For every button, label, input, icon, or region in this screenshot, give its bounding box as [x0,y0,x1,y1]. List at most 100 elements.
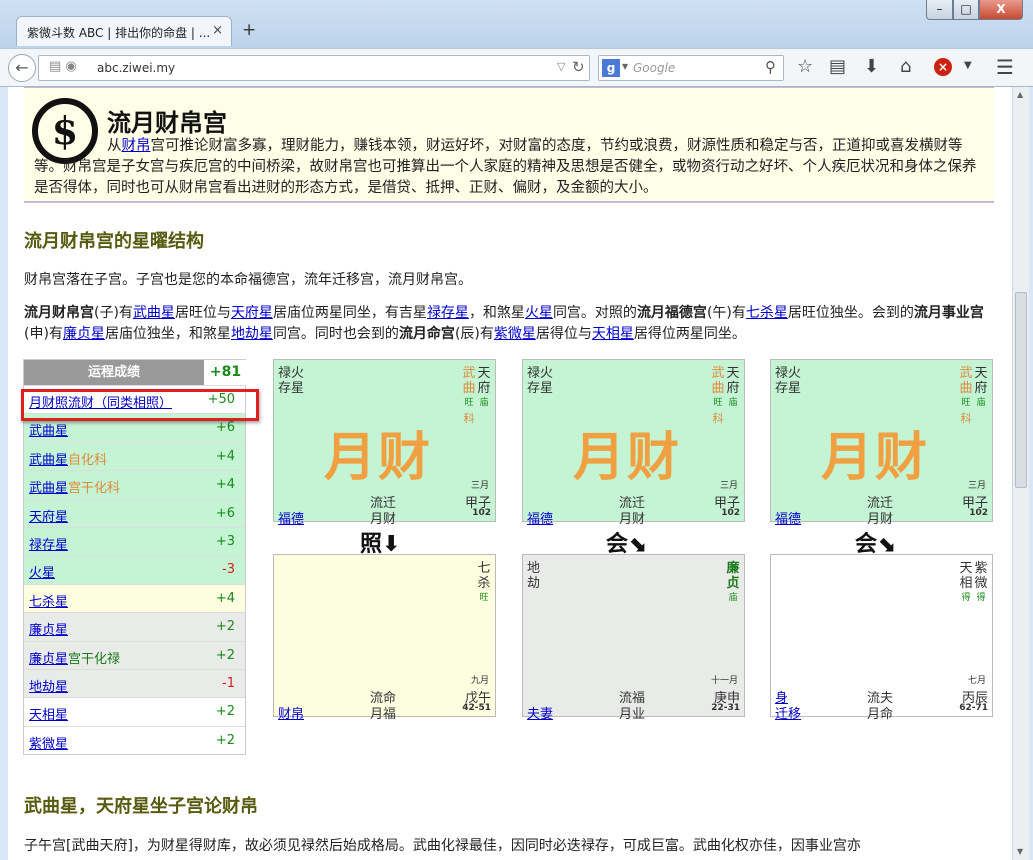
text: (午)有 [706,305,746,321]
adblock-icon[interactable]: × [934,58,952,76]
palace-name-link[interactable]: 福德 [278,508,304,527]
vertical-scrollbar[interactable]: ▲ ▼ [1012,87,1029,860]
maximize-button[interactable]: □ [953,0,979,20]
search-bar[interactable]: g ▼ Google ⚲ [598,55,784,81]
hua-marker: 科 [960,412,972,425]
link-tianxiang[interactable]: 天相星 [592,326,634,342]
browser-tab[interactable]: 紫微斗数 ABC | 排出你的命盘 | ... × [16,16,232,46]
score-header: 运程成绩 +81 [24,360,247,385]
palace-big-label: 月财 [573,428,682,488]
score-value: +6 [215,420,235,436]
link-ziwei[interactable]: 紫微星 [494,326,536,342]
search-engine-dropdown-icon[interactable]: ▼ [622,62,628,71]
new-tab-button[interactable]: + [242,20,256,40]
back-button[interactable]: ← [8,54,36,82]
link-qisha[interactable]: 七杀星 [746,305,788,321]
brightness: 旺 [713,398,723,408]
score-row: 地劫星 -1 [24,668,245,698]
link-tianfu[interactable]: 天府星 [231,305,273,321]
brightness: 旺 [479,593,489,603]
url-bar[interactable]: ▤ ◉ abc.ziwei.my ▽ ↻ [38,55,590,81]
scroll-up-icon[interactable]: ▲ [1017,90,1023,99]
palace-name-link[interactable]: 福德 [775,508,801,527]
star-char: 杀 [477,576,491,591]
star-char: 廉 [726,561,740,576]
score-row-link[interactable]: 武曲星 [29,453,68,468]
palace-age: 62-71 [959,703,988,713]
score-row-link[interactable]: 天府星 [29,506,68,525]
score-row: 七杀星 +4 [24,583,245,613]
url-dropdown-icon[interactable]: ▽ [557,60,565,73]
palace-top-1: 禄火 存星 武曲旺科 天府庙 月财 三月 甲子 102 流迁 月财 福德 [273,359,496,527]
score-value: +4 [215,448,235,464]
palace-big-label: 月财 [324,428,433,488]
star-char: 曲 [462,381,476,396]
palace-bottom-1: 七杀旺 九月 戊午 42-51 流命 月福 财帛 [273,554,496,722]
text: 居得位两星同坐。 [633,326,746,342]
palace-flow-2: 月财 [370,512,397,527]
menu-icon[interactable]: ☰ [996,55,1014,79]
star-char: 贞 [726,576,740,591]
score-row-link[interactable]: 禄存星 [29,534,68,553]
link-lucun[interactable]: 禄存星 [427,305,469,321]
score-row-link[interactable]: 地劫星 [29,676,68,695]
intro-text: 从财帛宫可推论财富多寡，理财能力，赚钱本领，财运好坏，对财富的态度，节约或浪费，… [34,136,979,199]
minor-star-row: 存星 [527,381,554,396]
score-row: 禄存星 +3 [24,526,245,556]
minimize-button[interactable]: – [926,0,953,20]
score-value: +6 [215,505,235,521]
reload-icon[interactable]: ↻ [572,58,585,76]
palace-name-link[interactable]: 迁移 [775,703,801,722]
score-row-link[interactable]: 廉贞星 [29,652,68,667]
score-value: +2 [215,704,235,720]
score-row-link[interactable]: 廉贞星 [29,619,68,638]
link-dijie[interactable]: 地劫星 [231,326,273,342]
score-value: +2 [215,619,235,635]
text-bold: 流月财帛宫 [24,305,94,321]
palace-name-link[interactable]: 夫妻 [527,703,553,722]
link-wuqu[interactable]: 武曲星 [133,305,175,321]
score-row-link[interactable]: 武曲星 [29,481,68,496]
star-char: 曲 [959,381,973,396]
score-row-link[interactable]: 七杀星 [29,591,68,610]
close-window-button[interactable]: X [979,0,1023,20]
tab-close-icon[interactable]: × [212,23,223,38]
analysis-text: 子午宫[武曲天府]，为财星得财库，故必须见禄然后始成格局。武曲化禄最佳，因同时必… [24,838,861,854]
brightness: 庙 [479,398,489,408]
text: 居旺位独坐。会到的 [787,305,914,321]
score-total: +81 [204,360,247,385]
score-row-link[interactable]: 天相星 [29,704,68,723]
bookmark-star-icon[interactable]: ☆ [797,56,813,77]
palace-month: 七月 [967,676,986,686]
palace-name-link[interactable]: 福德 [527,508,553,527]
score-value: +4 [215,590,235,606]
scroll-down-icon[interactable]: ▼ [1017,847,1023,856]
link-lianzhen[interactable]: 廉贞星 [63,326,105,342]
scroll-thumb[interactable] [1015,292,1027,488]
intro-link-caibo[interactable]: 财帛 [122,138,151,154]
reading-list-icon[interactable]: ▤ [829,56,846,77]
intro-text-post: 宫可推论财富多寡，理财能力，赚钱本领，财运好坏，对财富的态度，节约或浪费，财源性… [34,138,977,196]
palace-major-stars: 武曲旺科 天府庙 [462,366,491,426]
star-char: 曲 [711,381,725,396]
score-row-sub: 宫干化禄 [68,651,121,667]
intro-box: $ 流月财帛宫 从财帛宫可推论财富多寡，理财能力，赚钱本领，财运好坏，对财富的态… [24,87,994,203]
score-row: 天相星 +2 [24,697,245,726]
palace-flow-2: 月福 [370,707,397,722]
search-icon[interactable]: ⚲ [765,58,776,76]
minor-star-row: 禄火 [278,366,305,381]
palace-name-link[interactable]: 财帛 [278,703,304,722]
brightness: 庙 [728,398,738,408]
score-row-link[interactable]: 紫微星 [29,733,68,752]
adblock-dropdown-icon[interactable]: ▼ [964,60,972,71]
score-row-link[interactable]: 火星 [29,562,55,581]
palace-minor-stars: 禄火 存星 [527,366,553,396]
hua-marker: 科 [463,412,475,425]
link-huoxing[interactable]: 火星 [525,305,553,321]
download-icon[interactable]: ⬇ [864,56,879,77]
google-icon[interactable]: g [602,59,620,77]
home-icon[interactable]: ⌂ [900,56,911,77]
palace-minor-stars: 禄火 存星 [278,366,304,396]
minor-star-row: 存星 [775,381,802,396]
score-row-link[interactable]: 武曲星 [29,420,68,439]
